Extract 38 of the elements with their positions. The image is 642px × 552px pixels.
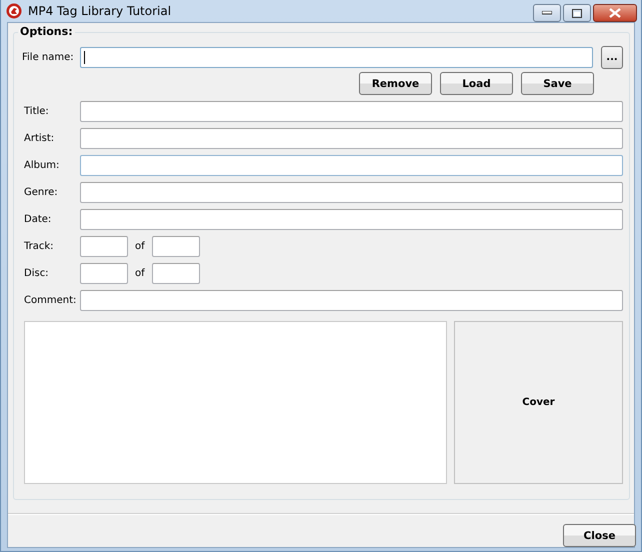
window-title: MP4 Tag Library Tutorial [28,4,172,18]
close-button[interactable] [593,4,637,22]
number-field[interactable] [80,263,128,284]
minimize-button[interactable] [533,4,561,22]
text-field[interactable] [80,182,623,203]
field-label: Date: [24,214,52,225]
field-label: Disc: [24,268,50,279]
number-field[interactable] [152,236,200,257]
text-cursor [84,51,85,64]
text-field[interactable] [80,101,623,122]
number-field[interactable] [152,263,200,284]
browse-button[interactable]: ... [601,46,623,69]
field-label: of [135,241,145,252]
cover-label: Cover [522,397,555,408]
field-label: File name: [22,52,75,63]
app-icon [6,3,22,19]
field-label: Genre: [24,187,59,198]
close-dialog-button[interactable]: Close [563,524,636,547]
group-title: Options: [18,25,75,38]
field-label: Comment: [24,295,78,306]
maximize-button[interactable] [563,4,591,22]
text-field[interactable] [80,155,623,176]
minimize-icon [542,11,552,15]
field-label: Title: [24,106,50,117]
number-field[interactable] [80,236,128,257]
field-label: of [135,268,145,279]
maximize-icon [572,8,582,18]
text-field[interactable] [80,290,623,311]
file-name-field[interactable] [80,47,593,68]
field-label: Artist: [24,133,56,144]
text-field[interactable] [80,209,623,230]
close-icon [609,8,621,18]
action-button[interactable]: Load [440,72,513,95]
field-label: Track: [24,241,55,252]
action-button[interactable]: Remove [359,72,432,95]
action-button[interactable]: Save [521,72,594,95]
field-label: Album: [24,160,60,171]
text-field[interactable] [80,128,623,149]
